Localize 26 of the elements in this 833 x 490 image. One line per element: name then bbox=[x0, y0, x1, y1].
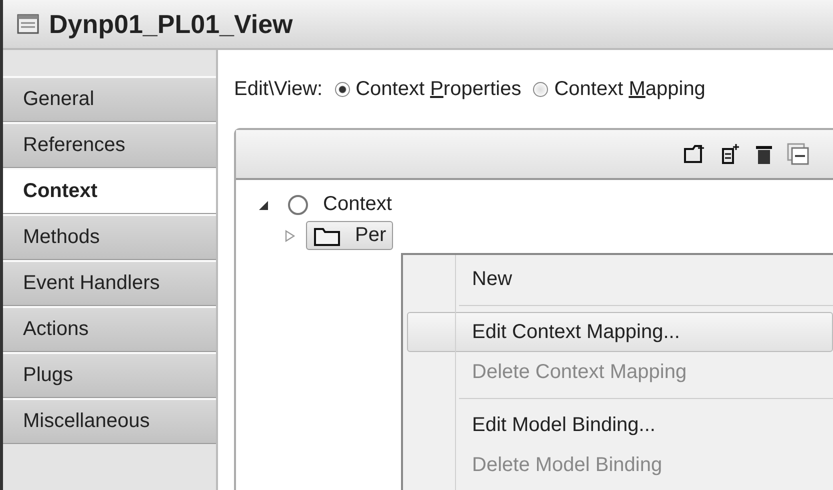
radio-label[interactable]: Context Properties bbox=[356, 78, 522, 100]
menu-item[interactable]: New bbox=[407, 259, 833, 299]
menu-item[interactable]: Edit Context Mapping... bbox=[407, 312, 833, 352]
radio-button[interactable] bbox=[533, 82, 548, 96]
view-icon bbox=[17, 14, 39, 34]
new-item-icon[interactable] bbox=[721, 143, 741, 165]
menu-item[interactable]: Edit Model Binding... bbox=[407, 405, 833, 445]
sidebar-tab[interactable]: References bbox=[3, 122, 216, 168]
sidebar-tab[interactable]: Methods bbox=[3, 214, 216, 260]
circle-icon bbox=[287, 194, 309, 216]
delete-icon[interactable] bbox=[755, 143, 773, 165]
tree-node[interactable]: Per bbox=[306, 221, 394, 250]
sidebar-tab[interactable]: Event Handlers bbox=[3, 260, 216, 306]
radio-button[interactable] bbox=[334, 82, 350, 96]
collapsed-arrow-icon[interactable] bbox=[284, 228, 296, 242]
sidebar-tab[interactable]: Miscellaneous bbox=[3, 398, 216, 444]
sidebar-tab[interactable]: Plugs bbox=[3, 352, 216, 398]
sidebar-tab[interactable]: Actions bbox=[3, 306, 216, 352]
sidebar-tab[interactable]: Context bbox=[3, 168, 216, 214]
tree-node[interactable]: Context bbox=[280, 190, 399, 219]
new-folder-icon[interactable] bbox=[683, 143, 707, 165]
window-title: Dynp01_PL01_View bbox=[49, 8, 293, 40]
radio-label[interactable]: Context Mapping bbox=[554, 78, 706, 100]
edit-view-label: Edit\View: bbox=[234, 78, 323, 100]
sidebar-tab[interactable]: General bbox=[3, 76, 216, 122]
collapse-icon[interactable] bbox=[787, 143, 809, 165]
